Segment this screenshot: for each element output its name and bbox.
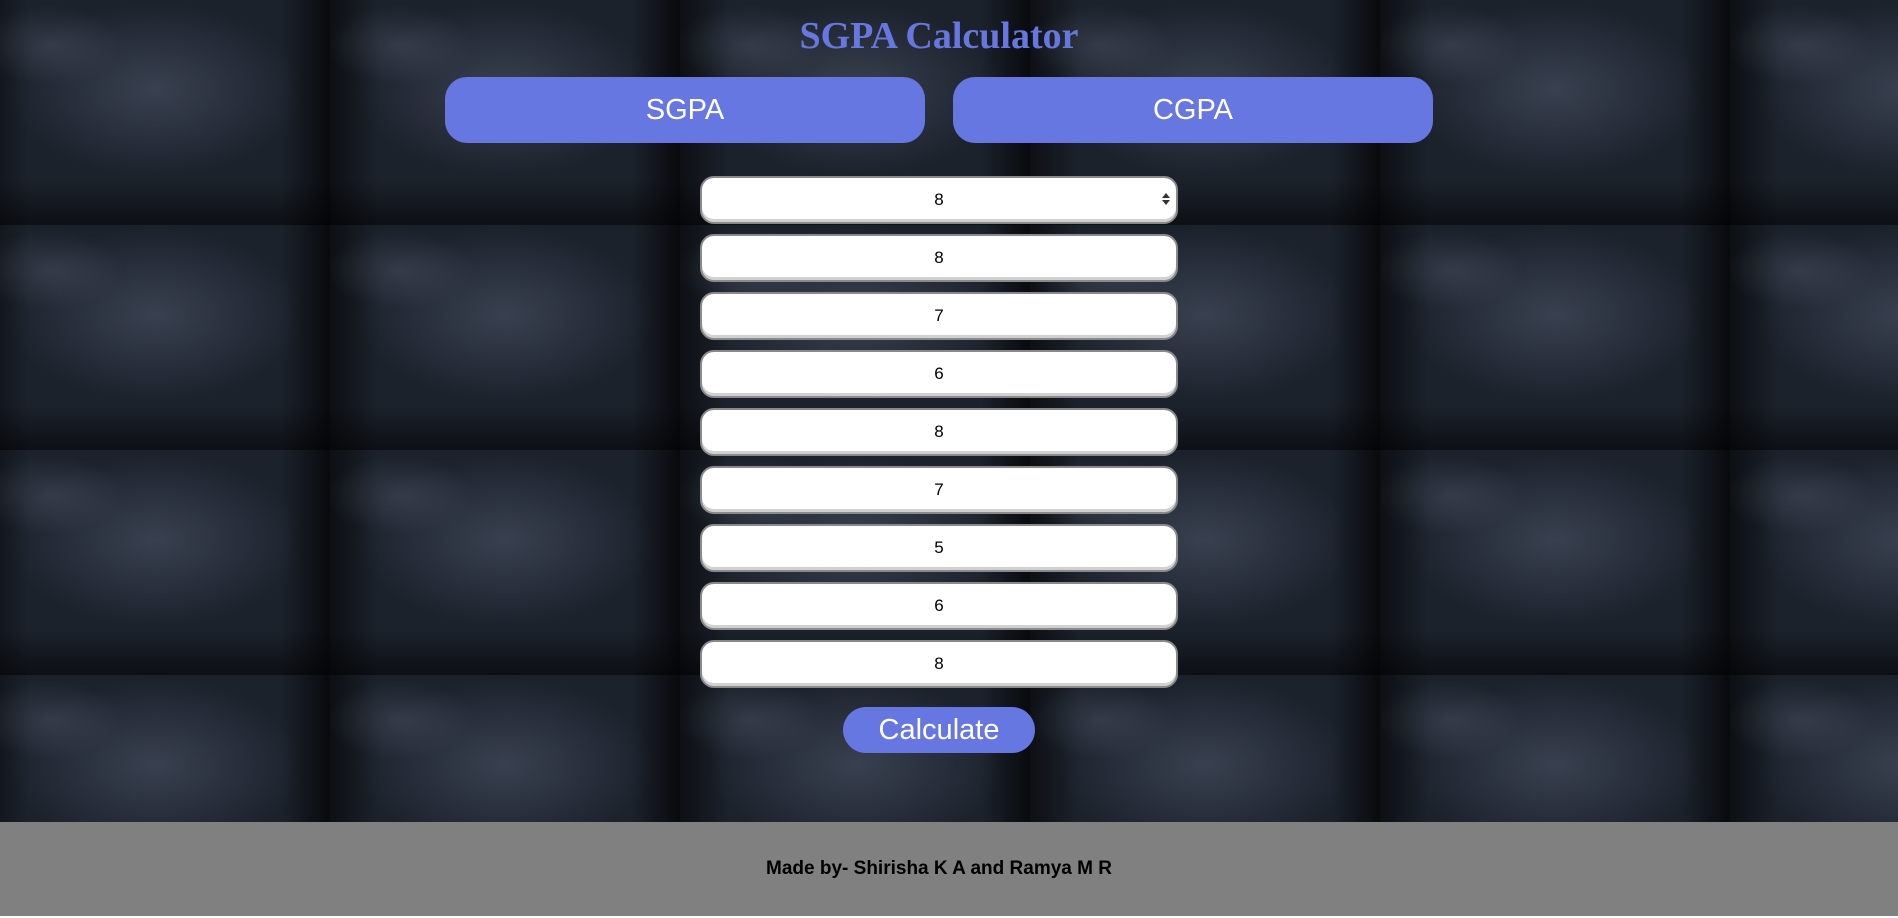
grade-input-7[interactable] xyxy=(700,524,1178,572)
calculate-button[interactable]: Calculate xyxy=(843,707,1035,753)
spinner-down-icon[interactable] xyxy=(1162,200,1170,205)
grade-input-2[interactable] xyxy=(700,234,1178,282)
grade-field-wrapper xyxy=(700,176,1178,224)
grade-input-9[interactable] xyxy=(700,640,1178,688)
grade-input-8[interactable] xyxy=(700,582,1178,630)
grade-inputs xyxy=(700,176,1178,698)
app-root: SGPA Calculator SGPA CGPA Calculate Made… xyxy=(0,0,1898,918)
grade-input-4[interactable] xyxy=(700,350,1178,398)
spinner-up-icon[interactable] xyxy=(1162,193,1170,198)
grade-input-1[interactable] xyxy=(700,176,1178,224)
grade-input-6[interactable] xyxy=(700,466,1178,514)
footer: Made by- Shirisha K A and Ramya M R xyxy=(0,822,1898,916)
grade-input-5[interactable] xyxy=(700,408,1178,456)
page-title: SGPA Calculator xyxy=(799,15,1079,57)
grade-input-3[interactable] xyxy=(700,292,1178,340)
tab-sgpa[interactable]: SGPA xyxy=(445,77,925,143)
tab-cgpa[interactable]: CGPA xyxy=(953,77,1433,143)
footer-credits: Made by- Shirisha K A and Ramya M R xyxy=(766,858,1112,879)
number-spinner-icon[interactable] xyxy=(1160,188,1172,210)
